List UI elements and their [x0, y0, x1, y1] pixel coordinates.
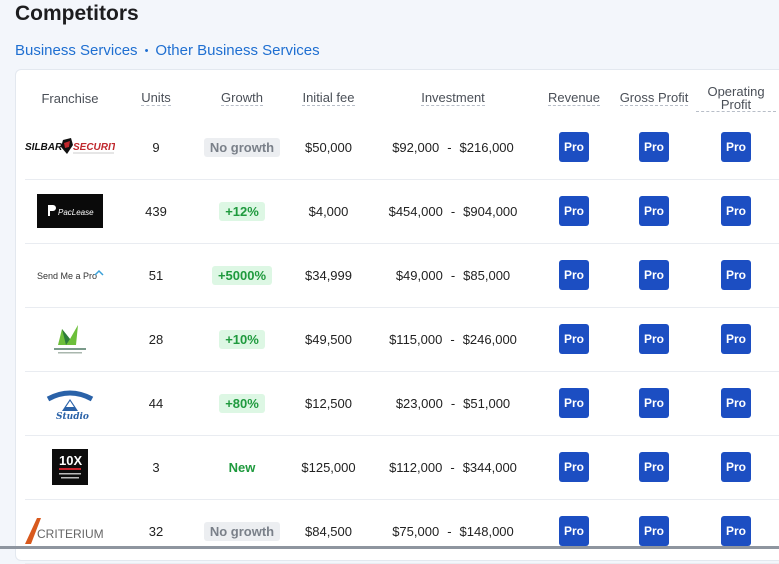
revenue-pro-button[interactable]: Pro [543, 307, 605, 371]
revenue-pro-button[interactable]: Pro [543, 115, 605, 179]
revenue-pro-button[interactable]: Pro [543, 499, 605, 563]
growth-badge: +5000% [202, 243, 282, 307]
units-value: 32 [148, 523, 164, 539]
operating-profit-pro-button[interactable]: Pro [696, 307, 776, 371]
gross-profit-pro-button[interactable]: Pro [614, 371, 694, 435]
investment-range: $92,000- $216,000 [392, 139, 514, 155]
units-value: 44 [148, 395, 164, 411]
franchise-logo[interactable] [25, 307, 115, 371]
table-row[interactable]: Studio 44 +80% $12,500 $23,000- $51,000 P… [25, 371, 779, 436]
growth-badge: +12% [202, 179, 282, 243]
table-row[interactable]: Send Me a Pro 51 +5000% $34,999 $49,000-… [25, 243, 779, 308]
units-value: 51 [148, 267, 164, 283]
gross-profit-pro-button[interactable]: Pro [614, 243, 694, 307]
franchise-logo[interactable]: Studio [25, 371, 115, 435]
initial-fee-value: $4,000 [308, 203, 349, 219]
initial-fee-value: $84,500 [305, 523, 352, 539]
units-value: 28 [148, 331, 164, 347]
initial-fee-value: $125,000 [301, 459, 356, 475]
units-value: 439 [145, 203, 167, 219]
investment-range: $75,000- $148,000 [392, 523, 514, 539]
svg-text:PacLease: PacLease [58, 208, 94, 217]
operating-profit-pro-button[interactable]: Pro [696, 435, 776, 499]
revenue-pro-button[interactable]: Pro [543, 435, 605, 499]
svg-text:CRITERIUM: CRITERIUM [37, 527, 104, 541]
svg-text:10X: 10X [59, 453, 82, 468]
initial-fee-value: $34,999 [305, 267, 352, 283]
investment-range: $49,000- $85,000 [395, 267, 511, 283]
gross-profit-pro-button[interactable]: Pro [614, 115, 694, 179]
initial-fee-value: $49,500 [305, 331, 352, 347]
units-value: 9 [152, 139, 160, 155]
revenue-pro-button[interactable]: Pro [543, 243, 605, 307]
growth-badge: No growth [202, 499, 282, 563]
operating-profit-pro-button[interactable]: Pro [696, 371, 776, 435]
breadcrumb-separator: • [144, 44, 149, 57]
svg-text:SILBAR: SILBAR [25, 142, 63, 153]
breadcrumb-other-business-services[interactable]: Other Business Services [155, 42, 319, 59]
growth-badge: New [228, 459, 256, 475]
growth-badge: +80% [202, 371, 282, 435]
breadcrumb: Business Services • Other Business Servi… [15, 42, 320, 59]
investment-range: $23,000- $51,000 [395, 395, 511, 411]
operating-profit-pro-button[interactable]: Pro [696, 115, 776, 179]
svg-text:Send Me a Pro: Send Me a Pro [37, 271, 97, 281]
initial-fee-value: $12,500 [305, 395, 352, 411]
table-row[interactable]: 28 +10% $49,500 $115,000- $246,000 Pro Pr… [25, 307, 779, 372]
franchise-logo[interactable]: Send Me a Pro [25, 243, 115, 307]
gross-profit-pro-button[interactable]: Pro [614, 179, 694, 243]
units-value: 3 [152, 459, 160, 475]
table-row[interactable]: PacLease 439 +12% $4,000 $454,000- $904,0… [25, 179, 779, 244]
operating-profit-pro-button[interactable]: Pro [696, 179, 776, 243]
gross-profit-pro-button[interactable]: Pro [614, 435, 694, 499]
table-row[interactable]: SILBAR SECURITY 9 No growth $50,000 $92,… [25, 115, 779, 180]
svg-text:SECURITY: SECURITY [73, 142, 115, 153]
franchise-logo[interactable]: CRITERIUM [25, 499, 115, 563]
table-row[interactable]: 10X 3 New $125,000 $112,000- $344,000 Pro… [25, 435, 779, 500]
gross-profit-pro-button[interactable]: Pro [614, 307, 694, 371]
franchise-logo[interactable]: PacLease [25, 179, 115, 243]
revenue-pro-button[interactable]: Pro [543, 371, 605, 435]
initial-fee-value: $50,000 [305, 139, 352, 155]
investment-range: $115,000- $246,000 [389, 331, 517, 347]
operating-profit-pro-button[interactable]: Pro [696, 499, 776, 563]
svg-text:Studio: Studio [56, 412, 89, 421]
revenue-pro-button[interactable]: Pro [543, 179, 605, 243]
investment-range: $112,000- $344,000 [389, 459, 517, 475]
breadcrumb-business-services[interactable]: Business Services [15, 42, 138, 59]
franchise-logo[interactable]: 10X [25, 435, 115, 499]
growth-badge: +10% [202, 307, 282, 371]
franchise-logo[interactable]: SILBAR SECURITY [25, 115, 115, 179]
operating-profit-pro-button[interactable]: Pro [696, 243, 776, 307]
growth-badge: No growth [202, 115, 282, 179]
competitors-table: Franchise Units Growth Initial fee Inves… [15, 69, 779, 564]
page-title: Competitors [15, 2, 139, 25]
investment-range: $454,000- $904,000 [388, 203, 518, 219]
table-row[interactable]: CRITERIUM 32 No growth $84,500 $75,000- $… [25, 499, 779, 564]
gross-profit-pro-button[interactable]: Pro [614, 499, 694, 563]
